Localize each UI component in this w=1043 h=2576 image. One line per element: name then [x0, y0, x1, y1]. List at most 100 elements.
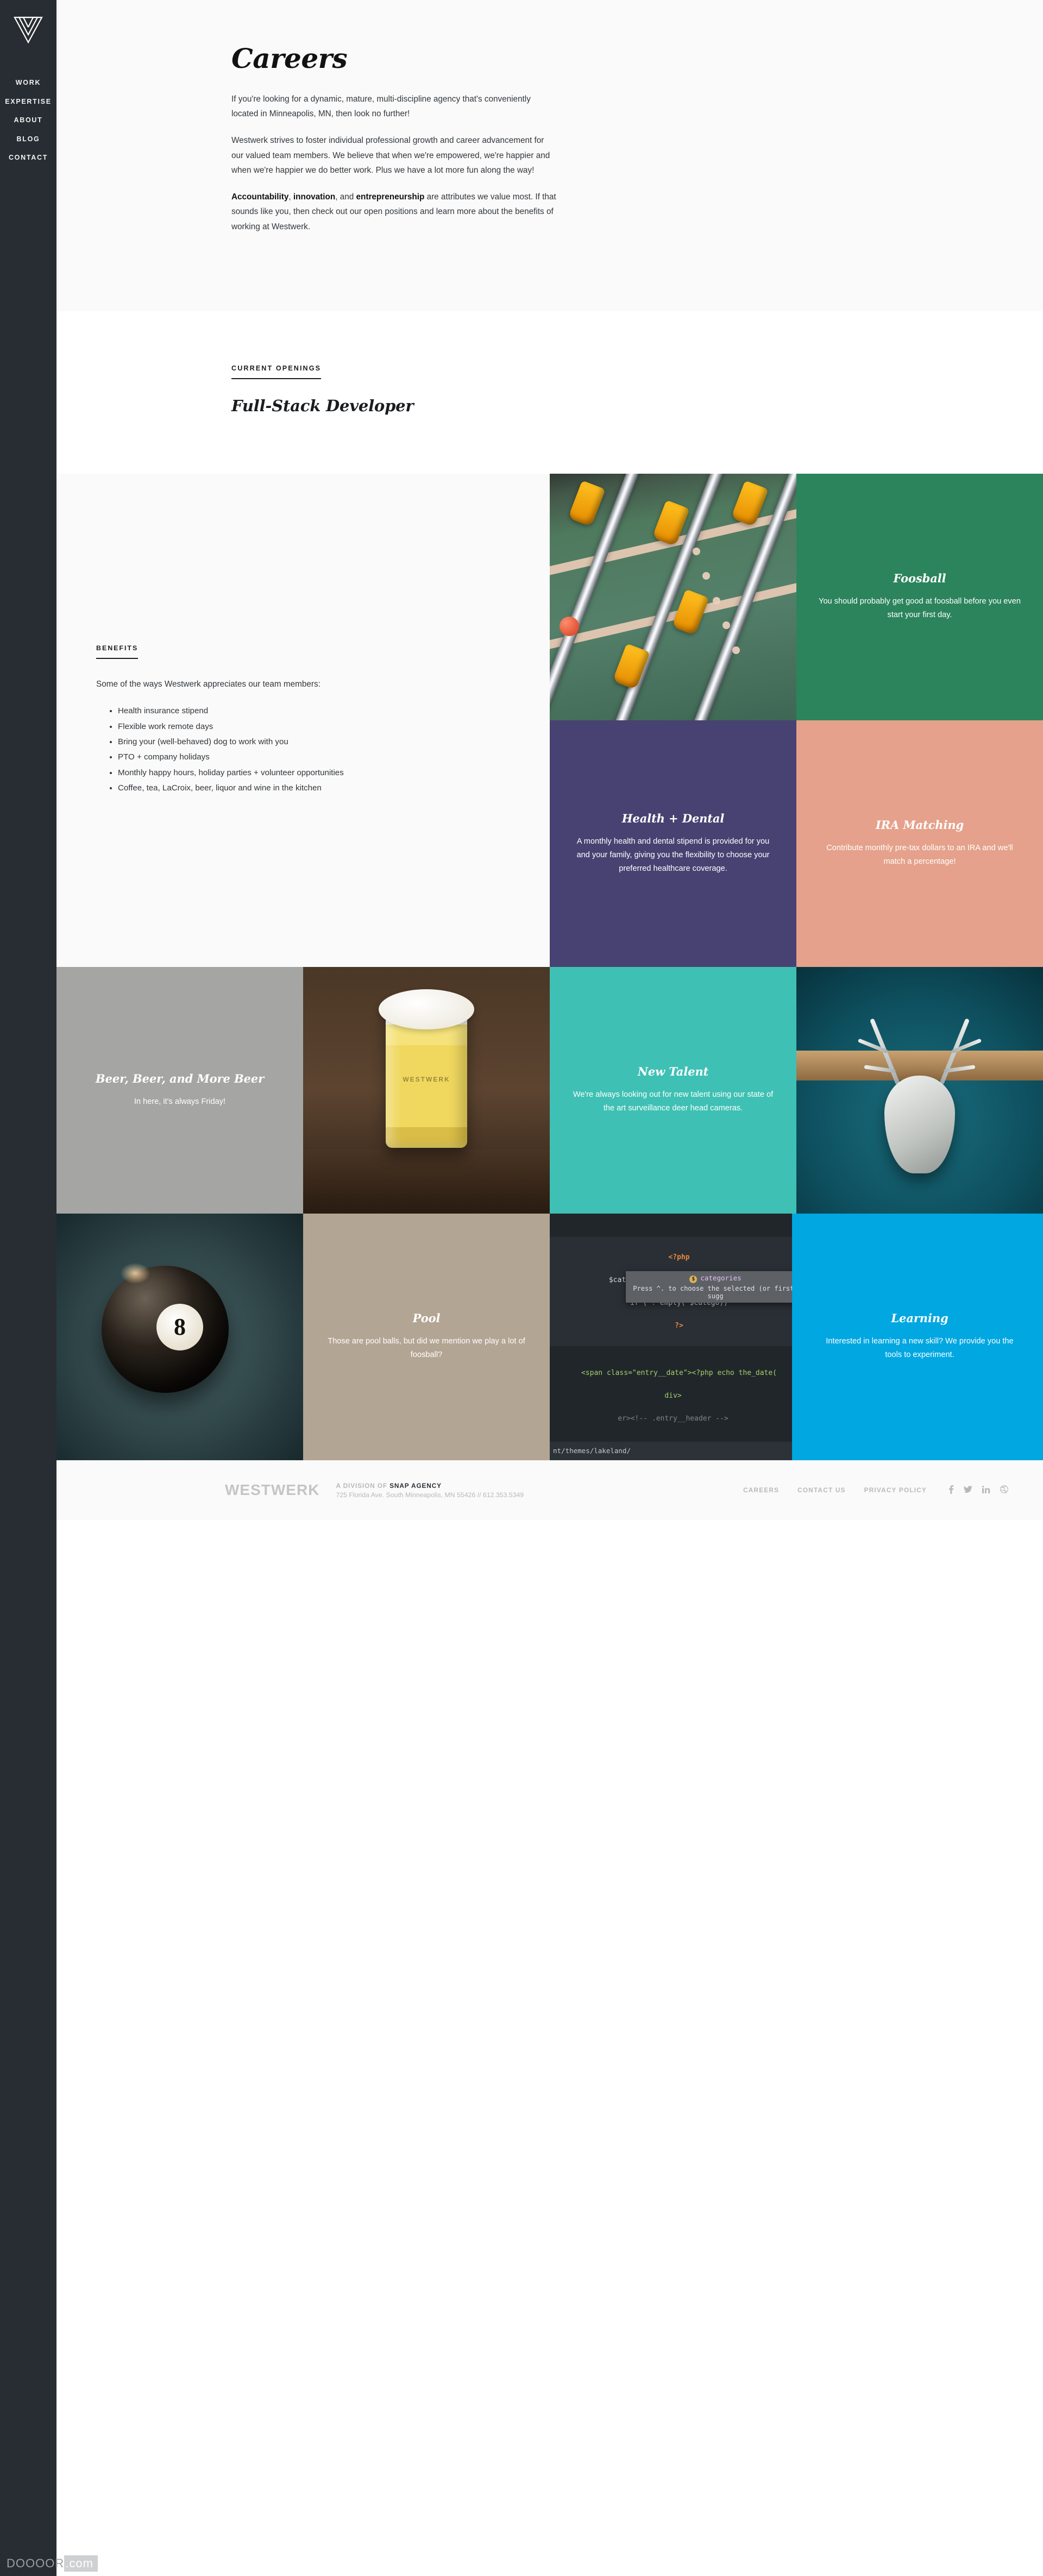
tile-title: Beer, Beer, and More Beer	[95, 1071, 265, 1085]
westwerk-logo[interactable]	[11, 14, 45, 46]
code-editor-photo: <?php $categories = get_the_category(); …	[550, 1213, 796, 1460]
sidebar-item-blog[interactable]: BLOG	[17, 135, 40, 143]
openings-section: CURRENT OPENINGS Full-Stack Developer	[56, 311, 1043, 474]
editor-status-path: nt/themes/lakeland/	[553, 1447, 631, 1455]
list-item: Health insurance stipend	[118, 703, 344, 719]
code-line: <?php	[668, 1253, 690, 1261]
tile-new-talent[interactable]: New Talent We're always looking out for …	[550, 966, 796, 1214]
sidebar-item-expertise[interactable]: EXPERTISE	[5, 98, 51, 105]
footer-division-line: A DIVISION OF SNAP AGENCY	[336, 1482, 524, 1490]
benefits-grid: BENEFITS Some of the ways Westwerk appre…	[56, 473, 1043, 1460]
hero-paragraph-2: Westwerk strives to foster individual pr…	[231, 136, 550, 175]
tile-body: Interested in learning a new skill? We p…	[826, 1337, 1014, 1360]
openings-eyebrow: CURRENT OPENINGS	[231, 365, 322, 379]
tile-learning[interactable]: Learning Interested in learning a new sk…	[796, 1213, 1043, 1460]
careers-page: WORK EXPERTISE ABOUT BLOG CONTACT Career…	[0, 0, 1043, 2576]
tile-ira-matching[interactable]: IRA Matching Contribute monthly pre-tax …	[796, 720, 1043, 967]
footer-division-name: SNAP AGENCY	[389, 1481, 442, 1490]
autocomplete-popup[interactable]: $ categories Press ^. to choose the selec…	[626, 1271, 796, 1303]
tile-title: Foosball	[893, 571, 946, 586]
dribbble-glyph	[1000, 1485, 1008, 1494]
list-item: Bring your (well-behaved) dog to work wi…	[118, 734, 344, 750]
value-accountability: Accountability	[231, 192, 289, 202]
variable-icon: $	[689, 1275, 698, 1283]
hero-paragraph-1: If you're looking for a dynamic, mature,…	[231, 95, 531, 119]
list-item: Flexible work remote days	[118, 719, 344, 734]
footer-link-careers[interactable]: CAREERS	[743, 1486, 779, 1494]
code-line: <span class="entry__date"><?php echo the…	[581, 1369, 777, 1378]
page-title: Careers	[231, 42, 348, 74]
list-item: Coffee, tea, LaCroix, beer, liquor and w…	[118, 781, 344, 796]
sidebar-item-about[interactable]: ABOUT	[14, 117, 43, 124]
editor-status-bar: nt/themes/lakeland/	[550, 1441, 796, 1460]
tile-body: You should probably get good at foosball…	[819, 597, 1021, 620]
opening-link[interactable]: Full-Stack Developer	[231, 397, 414, 415]
value-innovation: innovation	[293, 192, 336, 202]
tile-title: IRA Matching	[875, 818, 964, 832]
tile-body: A monthly health and dental stipend is p…	[576, 837, 770, 873]
tile-title: Health + Dental	[621, 811, 725, 825]
watermark-part1: DOOOOR	[7, 2556, 65, 2570]
benefits-intro: Some of the ways Westwerk appreciates ou…	[96, 680, 321, 689]
tile-pool[interactable]: Pool Those are pool balls, but did we me…	[303, 1213, 550, 1460]
value-sep-2: , and	[335, 192, 356, 202]
hero-values-paragraph: Accountability, innovation, and entrepre…	[231, 190, 557, 234]
facebook-glyph	[949, 1485, 954, 1494]
tile-title: Learning	[891, 1311, 948, 1325]
footer-logo[interactable]: WESTWERK	[225, 1481, 319, 1499]
benefits-eyebrow: BENEFITS	[96, 644, 139, 659]
sidebar-item-work[interactable]: WORK	[16, 79, 41, 86]
footer-division-prefix: A DIVISION OF	[336, 1481, 390, 1490]
code-line: div>	[664, 1392, 682, 1400]
facebook-icon[interactable]	[948, 1485, 954, 1496]
footer-link-privacy-policy[interactable]: PRIVACY POLICY	[864, 1486, 927, 1494]
linkedin-glyph	[982, 1485, 990, 1493]
value-entrepreneurship: entrepreneurship	[356, 192, 425, 202]
twitter-glyph	[964, 1485, 972, 1493]
tile-foosball[interactable]: Foosball You should probably get good at…	[796, 473, 1043, 720]
sidebar-item-contact[interactable]: CONTACT	[9, 154, 48, 161]
tile-body: Those are pool balls, but did we mention…	[328, 1337, 525, 1360]
footer-division: A DIVISION OF SNAP AGENCY 725 Florida Av…	[336, 1482, 524, 1499]
westwerk-logo-icon	[14, 16, 43, 44]
sidebar-nav: WORK EXPERTISE ABOUT BLOG CONTACT	[0, 0, 56, 2576]
tile-body: We're always looking out for new talent …	[573, 1090, 774, 1113]
watermark-part2: .com	[64, 2555, 98, 2572]
beer-glass-brand: WESTWERK	[403, 1075, 450, 1083]
autocomplete-hint: Press ^. to choose the selected (or firs…	[633, 1284, 796, 1300]
list-item: PTO + company holidays	[118, 750, 344, 765]
editor-edge-accent	[792, 1213, 796, 1460]
beer-photo: WESTWERK	[303, 966, 550, 1214]
main-content: Careers If you're looking for a dynamic,…	[56, 0, 1043, 1520]
code-editor-content: <?php $categories = get_the_category(); …	[550, 1214, 796, 1460]
footer-link-contact-us[interactable]: CONTACT US	[797, 1486, 845, 1494]
twitter-icon[interactable]	[964, 1485, 972, 1495]
tile-body: In here, it's always Friday!	[134, 1097, 226, 1106]
autocomplete-item[interactable]: categories	[700, 1274, 741, 1282]
benefits-list: Health insurance stipend Flexible work r…	[96, 703, 344, 796]
linkedin-icon[interactable]	[982, 1485, 990, 1495]
tile-body: Contribute monthly pre-tax dollars to an…	[826, 844, 1013, 866]
code-line: er><!-- .entry__header -->	[618, 1415, 728, 1423]
hero-section: Careers If you're looking for a dynamic,…	[56, 0, 1043, 311]
sidebar-menu: WORK EXPERTISE ABOUT BLOG CONTACT	[0, 79, 56, 161]
benefits-panel: BENEFITS Some of the ways Westwerk appre…	[56, 473, 550, 967]
eight-ball-number: 8	[156, 1303, 203, 1350]
watermark: DOOOOR .com	[0, 2555, 98, 2572]
value-sep-1: ,	[288, 192, 293, 202]
foosball-photo	[550, 473, 796, 720]
footer-address: 725 Florida Ave. South Minneapolis, MN 5…	[336, 1491, 524, 1499]
footer-right: CAREERS CONTACT US PRIVACY POLICY	[743, 1485, 1008, 1496]
site-footer: WESTWERK A DIVISION OF SNAP AGENCY 725 F…	[56, 1460, 1043, 1520]
footer-social	[948, 1485, 1008, 1496]
tile-title: Pool	[412, 1311, 441, 1325]
tile-health-dental[interactable]: Health + Dental A monthly health and den…	[550, 720, 796, 967]
eight-ball-photo: 8	[56, 1213, 303, 1460]
list-item: Monthly happy hours, holiday parties + v…	[118, 765, 344, 781]
tile-title: New Talent	[637, 1065, 709, 1079]
code-line: ?>	[675, 1322, 683, 1330]
deer-head-photo	[796, 966, 1043, 1214]
opening-item-full-stack-developer[interactable]: Full-Stack Developer	[231, 397, 1043, 415]
dribbble-icon[interactable]	[1000, 1485, 1008, 1495]
tile-beer[interactable]: Beer, Beer, and More Beer In here, it's …	[56, 966, 303, 1214]
